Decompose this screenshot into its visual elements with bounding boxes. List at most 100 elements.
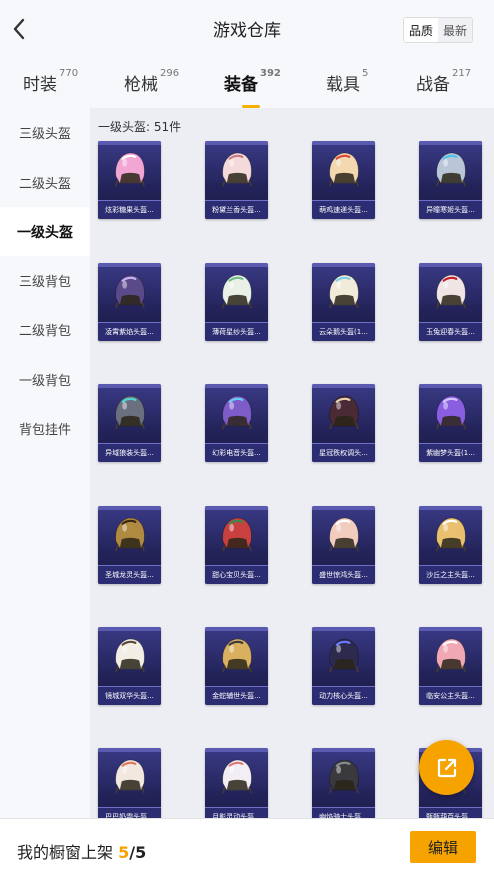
tab-count: 5 [362, 68, 369, 79]
tab-count: 392 [260, 68, 281, 79]
helmet-item-card[interactable]: 镜城双华头盔... [98, 627, 161, 705]
sort-toggle[interactable]: 品质 最新 [403, 17, 474, 43]
helmet-item-card[interactable]: 甜心宝贝头盔... [205, 506, 268, 584]
helmet-item-name: 粉黛兰香头盔... [205, 200, 268, 219]
helmet-item-card[interactable]: 幽焰骑士头盔... [312, 748, 375, 818]
item-count-label: 一级头盔: 51件 [98, 120, 182, 134]
helmet-item-card[interactable]: 盛世惊鸿头盔... [312, 506, 375, 584]
card-highlight [419, 627, 482, 631]
helmet-icon [436, 638, 466, 673]
tab-vehicles[interactable]: 载具5 [326, 68, 369, 95]
helmet-icon [329, 638, 359, 673]
sort-option-latest[interactable]: 最新 [438, 18, 472, 42]
helmet-item-name: 炫彩糖果头盔... [98, 200, 161, 219]
helmet-item-card[interactable]: 动力核心头盔... [312, 627, 375, 705]
helmet-icon [329, 517, 359, 552]
card-highlight [98, 506, 161, 510]
share-button[interactable] [419, 740, 474, 795]
helmet-item-card[interactable]: 幻彩电音头盔... [205, 384, 268, 462]
helmet-item-card[interactable]: 炫彩糖果头盔... [98, 141, 161, 219]
card-highlight [205, 263, 268, 267]
tab-label: 载具 [326, 75, 360, 95]
helmet-icon [115, 517, 145, 552]
helmet-icon [329, 152, 359, 187]
card-highlight [312, 627, 375, 631]
helmet-item-name: 甜心宝贝头盔... [205, 565, 268, 584]
sidebar-item-level3-backpack[interactable]: 三级背包 [0, 256, 90, 305]
helmet-item-name: 星冠秩权调头... [312, 443, 375, 462]
helmet-item-card[interactable]: 月影灵动头盔... [205, 748, 268, 818]
tab-label: 装备 [224, 75, 258, 95]
helmet-item-card[interactable]: 异域狼装头盔... [98, 384, 161, 462]
helmet-item-card[interactable]: 玉兔迎春头盔... [419, 263, 482, 341]
sidebar-item-level2-helmet[interactable]: 二级头盔 [0, 158, 90, 207]
card-highlight [98, 384, 161, 388]
helmet-item-name: 萌鸡速递头盔... [312, 200, 375, 219]
helmet-item-card[interactable]: 金蛇辅世头盔... [205, 627, 268, 705]
helmet-item-name: 玉兔迎春头盔... [419, 322, 482, 341]
card-highlight [98, 263, 161, 267]
helmet-item-card[interactable]: 圣城龙灵头盔... [98, 506, 161, 584]
helmet-item-name: 金蛇辅世头盔... [205, 686, 268, 705]
helmet-item-card[interactable]: 云朵鹅头盔(1... [312, 263, 375, 341]
sidebar-item-level1-backpack[interactable]: 一级背包 [0, 355, 90, 404]
helmet-item-name: 异域狼装头盔... [98, 443, 161, 462]
card-highlight [419, 384, 482, 388]
helmet-item-name: 圣城龙灵头盔... [98, 565, 161, 584]
card-highlight [312, 263, 375, 267]
card-highlight [419, 506, 482, 510]
helmet-item-card[interactable]: 粉黛兰香头盔... [205, 141, 268, 219]
tab-weapons[interactable]: 枪械296 [124, 68, 180, 95]
helmet-item-card[interactable]: 凌霄紫焰头盔... [98, 263, 161, 341]
tab-fashion[interactable]: 时装770 [23, 68, 78, 95]
tab-equipment[interactable]: 装备392 [224, 68, 281, 108]
tab-label: 时装 [23, 75, 57, 95]
sort-option-quality[interactable]: 品质 [404, 18, 439, 42]
helmet-item-name: 甄甄葫芦头盔... [419, 807, 482, 818]
helmet-item-name: 月影灵动头盔... [205, 807, 268, 818]
category-tabs: 时装770 枪械296 装备392 载具5 战备217 [0, 58, 494, 108]
helmet-icon [329, 274, 359, 309]
external-link-icon [437, 758, 456, 777]
helmet-item-card[interactable]: 薄荷星纱头盔... [205, 263, 268, 341]
helmet-icon [222, 395, 252, 430]
showcase-bar: 我的橱窗上架 5/5 编辑 [0, 818, 494, 876]
card-highlight [312, 748, 375, 752]
tab-battle-gear[interactable]: 战备217 [416, 68, 472, 95]
helmet-icon [115, 274, 145, 309]
helmet-icon [115, 395, 145, 430]
helmet-icon [115, 638, 145, 673]
edit-button[interactable]: 编辑 [410, 831, 476, 863]
helmet-item-name: 凌霄紫焰头盔... [98, 322, 161, 341]
helmet-icon [222, 517, 252, 552]
helmet-item-name: 异瞳寒姬头盔... [419, 200, 482, 219]
helmet-item-name: 紫幽梦头盔(1... [419, 443, 482, 462]
helmet-item-name: 临安公主头盔... [419, 686, 482, 705]
showcase-text: 我的橱窗上架 [17, 843, 114, 862]
helmet-item-card[interactable]: 巴巴奶霜头盔... [98, 748, 161, 818]
card-highlight [419, 141, 482, 145]
helmet-item-card[interactable]: 星冠秩权调头... [312, 384, 375, 462]
card-highlight [419, 263, 482, 267]
card-highlight [98, 627, 161, 631]
sidebar-item-backpack-charm[interactable]: 背包挂件 [0, 404, 90, 453]
tab-count: 296 [160, 68, 180, 79]
sidebar-item-level1-helmet[interactable]: 一级头盔 [0, 207, 90, 256]
helmet-icon [436, 274, 466, 309]
helmet-icon [222, 759, 252, 794]
helmet-item-card[interactable]: 沙丘之主头盔... [419, 506, 482, 584]
helmet-item-card[interactable]: 萌鸡速递头盔... [312, 141, 375, 219]
tab-count: 217 [452, 68, 472, 79]
tab-label: 战备 [416, 75, 450, 95]
helmet-item-name: 盛世惊鸿头盔... [312, 565, 375, 584]
helmet-icon [115, 759, 145, 794]
helmet-item-card[interactable]: 紫幽梦头盔(1... [419, 384, 482, 462]
top-bar: 游戏仓库 品质 最新 [0, 0, 494, 58]
sidebar-item-level3-helmet[interactable]: 三级头盔 [0, 108, 90, 157]
sidebar: 三级头盔 二级头盔 一级头盔 三级背包 二级背包 一级背包 背包挂件 [0, 108, 90, 875]
card-highlight [312, 384, 375, 388]
card-highlight [205, 627, 268, 631]
sidebar-item-level2-backpack[interactable]: 二级背包 [0, 305, 90, 354]
helmet-item-card[interactable]: 临安公主头盔... [419, 627, 482, 705]
helmet-item-card[interactable]: 异瞳寒姬头盔... [419, 141, 482, 219]
